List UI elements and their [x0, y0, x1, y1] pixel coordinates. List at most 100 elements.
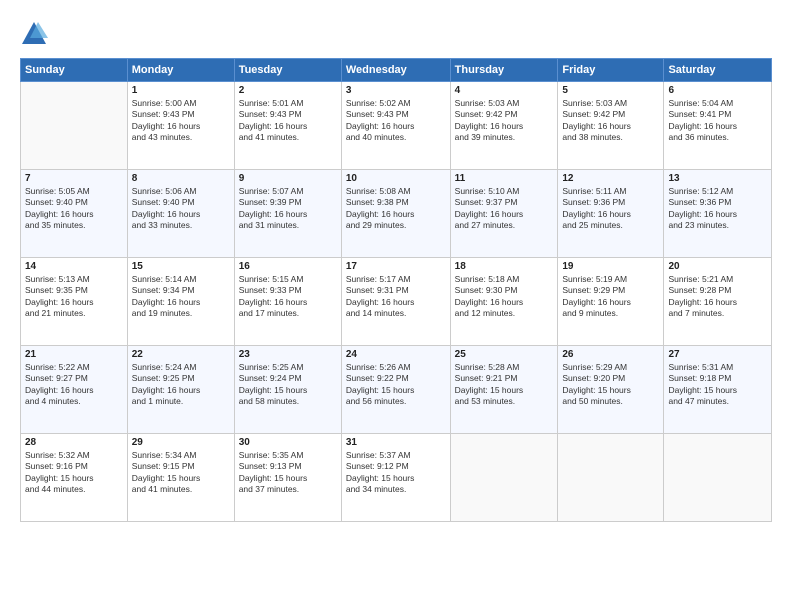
day-number: 15: [132, 261, 230, 272]
cell-info: Sunrise: 5:01 AM Sunset: 9:43 PM Dayligh…: [239, 98, 337, 144]
col-header-sunday: Sunday: [21, 59, 128, 82]
calendar-cell: 4Sunrise: 5:03 AM Sunset: 9:42 PM Daylig…: [450, 82, 558, 170]
calendar-cell: 9Sunrise: 5:07 AM Sunset: 9:39 PM Daylig…: [234, 170, 341, 258]
col-header-thursday: Thursday: [450, 59, 558, 82]
day-number: 22: [132, 349, 230, 360]
day-number: 27: [668, 349, 767, 360]
cell-info: Sunrise: 5:03 AM Sunset: 9:42 PM Dayligh…: [455, 98, 554, 144]
day-number: 12: [562, 173, 659, 184]
cell-info: Sunrise: 5:24 AM Sunset: 9:25 PM Dayligh…: [132, 362, 230, 408]
cell-info: Sunrise: 5:12 AM Sunset: 9:36 PM Dayligh…: [668, 186, 767, 232]
day-number: 14: [25, 261, 123, 272]
day-number: 23: [239, 349, 337, 360]
calendar-cell: 10Sunrise: 5:08 AM Sunset: 9:38 PM Dayli…: [341, 170, 450, 258]
col-header-wednesday: Wednesday: [341, 59, 450, 82]
calendar-cell: 14 Sunrise: 5:13 AM Sunset: 9:35 PM Dayli…: [21, 258, 128, 346]
calendar-cell: 23 Sunrise: 5:25 AM Sunset: 9:24 PM Dayli…: [234, 346, 341, 434]
calendar-cell: [450, 434, 558, 522]
day-number: 30: [239, 437, 337, 448]
cell-info: Sunrise: 5:15 AM Sunset: 9:33 PM Dayligh…: [239, 274, 337, 320]
calendar-cell: 21 Sunrise: 5:22 AM Sunset: 9:27 PM Dayli…: [21, 346, 128, 434]
day-number: 11: [455, 173, 554, 184]
calendar-cell: 22 Sunrise: 5:24 AM Sunset: 9:25 PM Dayli…: [127, 346, 234, 434]
day-number: 17: [346, 261, 446, 272]
cell-info: Sunrise: 5:29 AM Sunset: 9:20 PM Dayligh…: [562, 362, 659, 408]
cell-info: Sunrise: 5:18 AM Sunset: 9:30 PM Dayligh…: [455, 274, 554, 320]
col-header-saturday: Saturday: [664, 59, 772, 82]
calendar-cell: 3 Sunrise: 5:02 AM Sunset: 9:43 PM Daylig…: [341, 82, 450, 170]
calendar-header-row: SundayMondayTuesdayWednesdayThursdayFrid…: [21, 59, 772, 82]
calendar-cell: 5 Sunrise: 5:03 AM Sunset: 9:42 PM Daylig…: [558, 82, 664, 170]
calendar-cell: 17 Sunrise: 5:17 AM Sunset: 9:31 PM Dayli…: [341, 258, 450, 346]
calendar-cell: 26 Sunrise: 5:29 AM Sunset: 9:20 PM Dayli…: [558, 346, 664, 434]
calendar-week-row: 1Sunrise: 5:00 AM Sunset: 9:43 PM Daylig…: [21, 82, 772, 170]
calendar-cell: 29 Sunrise: 5:34 AM Sunset: 9:15 PM Dayli…: [127, 434, 234, 522]
calendar-cell: 25 Sunrise: 5:28 AM Sunset: 9:21 PM Dayli…: [450, 346, 558, 434]
calendar-cell: 19 Sunrise: 5:19 AM Sunset: 9:29 PM Dayli…: [558, 258, 664, 346]
cell-info: Sunrise: 5:32 AM Sunset: 9:16 PM Dayligh…: [25, 450, 123, 496]
cell-info: Sunrise: 5:05 AM Sunset: 9:40 PM Dayligh…: [25, 186, 123, 232]
calendar-cell: 8 Sunrise: 5:06 AM Sunset: 9:40 PM Daylig…: [127, 170, 234, 258]
cell-info: Sunrise: 5:28 AM Sunset: 9:21 PM Dayligh…: [455, 362, 554, 408]
day-number: 8: [132, 173, 230, 184]
day-number: 13: [668, 173, 767, 184]
cell-info: Sunrise: 5:21 AM Sunset: 9:28 PM Dayligh…: [668, 274, 767, 320]
day-number: 2: [239, 85, 337, 96]
calendar-cell: 27Sunrise: 5:31 AM Sunset: 9:18 PM Dayli…: [664, 346, 772, 434]
cell-info: Sunrise: 5:22 AM Sunset: 9:27 PM Dayligh…: [25, 362, 123, 408]
day-number: 21: [25, 349, 123, 360]
calendar-cell: [664, 434, 772, 522]
col-header-monday: Monday: [127, 59, 234, 82]
calendar-cell: 11 Sunrise: 5:10 AM Sunset: 9:37 PM Dayli…: [450, 170, 558, 258]
cell-info: Sunrise: 5:10 AM Sunset: 9:37 PM Dayligh…: [455, 186, 554, 232]
calendar-cell: 28 Sunrise: 5:32 AM Sunset: 9:16 PM Dayli…: [21, 434, 128, 522]
day-number: 29: [132, 437, 230, 448]
day-number: 6: [668, 85, 767, 96]
calendar-cell: 13 Sunrise: 5:12 AM Sunset: 9:36 PM Dayli…: [664, 170, 772, 258]
day-number: 1: [132, 85, 230, 96]
col-header-friday: Friday: [558, 59, 664, 82]
day-number: 18: [455, 261, 554, 272]
calendar-cell: 30Sunrise: 5:35 AM Sunset: 9:13 PM Dayli…: [234, 434, 341, 522]
day-number: 5: [562, 85, 659, 96]
calendar-cell: 2 Sunrise: 5:01 AM Sunset: 9:43 PM Daylig…: [234, 82, 341, 170]
cell-info: Sunrise: 5:13 AM Sunset: 9:35 PM Dayligh…: [25, 274, 123, 320]
cell-info: Sunrise: 5:34 AM Sunset: 9:15 PM Dayligh…: [132, 450, 230, 496]
calendar-cell: 1Sunrise: 5:00 AM Sunset: 9:43 PM Daylig…: [127, 82, 234, 170]
calendar-cell: 18 Sunrise: 5:18 AM Sunset: 9:30 PM Dayli…: [450, 258, 558, 346]
cell-info: Sunrise: 5:02 AM Sunset: 9:43 PM Dayligh…: [346, 98, 446, 144]
day-number: 25: [455, 349, 554, 360]
calendar-week-row: 28 Sunrise: 5:32 AM Sunset: 9:16 PM Dayli…: [21, 434, 772, 522]
calendar-cell: 12 Sunrise: 5:11 AM Sunset: 9:36 PM Dayli…: [558, 170, 664, 258]
day-number: 28: [25, 437, 123, 448]
day-number: 7: [25, 173, 123, 184]
calendar-cell: 7 Sunrise: 5:05 AM Sunset: 9:40 PM Daylig…: [21, 170, 128, 258]
cell-info: Sunrise: 5:17 AM Sunset: 9:31 PM Dayligh…: [346, 274, 446, 320]
cell-info: Sunrise: 5:04 AM Sunset: 9:41 PM Dayligh…: [668, 98, 767, 144]
cell-info: Sunrise: 5:37 AM Sunset: 9:12 PM Dayligh…: [346, 450, 446, 496]
calendar-cell: [558, 434, 664, 522]
day-number: 24: [346, 349, 446, 360]
cell-info: Sunrise: 5:06 AM Sunset: 9:40 PM Dayligh…: [132, 186, 230, 232]
cell-info: Sunrise: 5:26 AM Sunset: 9:22 PM Dayligh…: [346, 362, 446, 408]
logo: [20, 20, 52, 48]
col-header-tuesday: Tuesday: [234, 59, 341, 82]
cell-info: Sunrise: 5:14 AM Sunset: 9:34 PM Dayligh…: [132, 274, 230, 320]
calendar-cell: 24 Sunrise: 5:26 AM Sunset: 9:22 PM Dayli…: [341, 346, 450, 434]
calendar-cell: [21, 82, 128, 170]
calendar-cell: 15 Sunrise: 5:14 AM Sunset: 9:34 PM Dayli…: [127, 258, 234, 346]
cell-info: Sunrise: 5:19 AM Sunset: 9:29 PM Dayligh…: [562, 274, 659, 320]
cell-info: Sunrise: 5:25 AM Sunset: 9:24 PM Dayligh…: [239, 362, 337, 408]
day-number: 3: [346, 85, 446, 96]
calendar-cell: 20Sunrise: 5:21 AM Sunset: 9:28 PM Dayli…: [664, 258, 772, 346]
calendar-cell: 31Sunrise: 5:37 AM Sunset: 9:12 PM Dayli…: [341, 434, 450, 522]
day-number: 9: [239, 173, 337, 184]
cell-info: Sunrise: 5:03 AM Sunset: 9:42 PM Dayligh…: [562, 98, 659, 144]
day-number: 26: [562, 349, 659, 360]
calendar-table: SundayMondayTuesdayWednesdayThursdayFrid…: [20, 58, 772, 522]
logo-icon: [20, 20, 48, 48]
day-number: 16: [239, 261, 337, 272]
cell-info: Sunrise: 5:11 AM Sunset: 9:36 PM Dayligh…: [562, 186, 659, 232]
day-number: 19: [562, 261, 659, 272]
calendar-week-row: 14 Sunrise: 5:13 AM Sunset: 9:35 PM Dayli…: [21, 258, 772, 346]
